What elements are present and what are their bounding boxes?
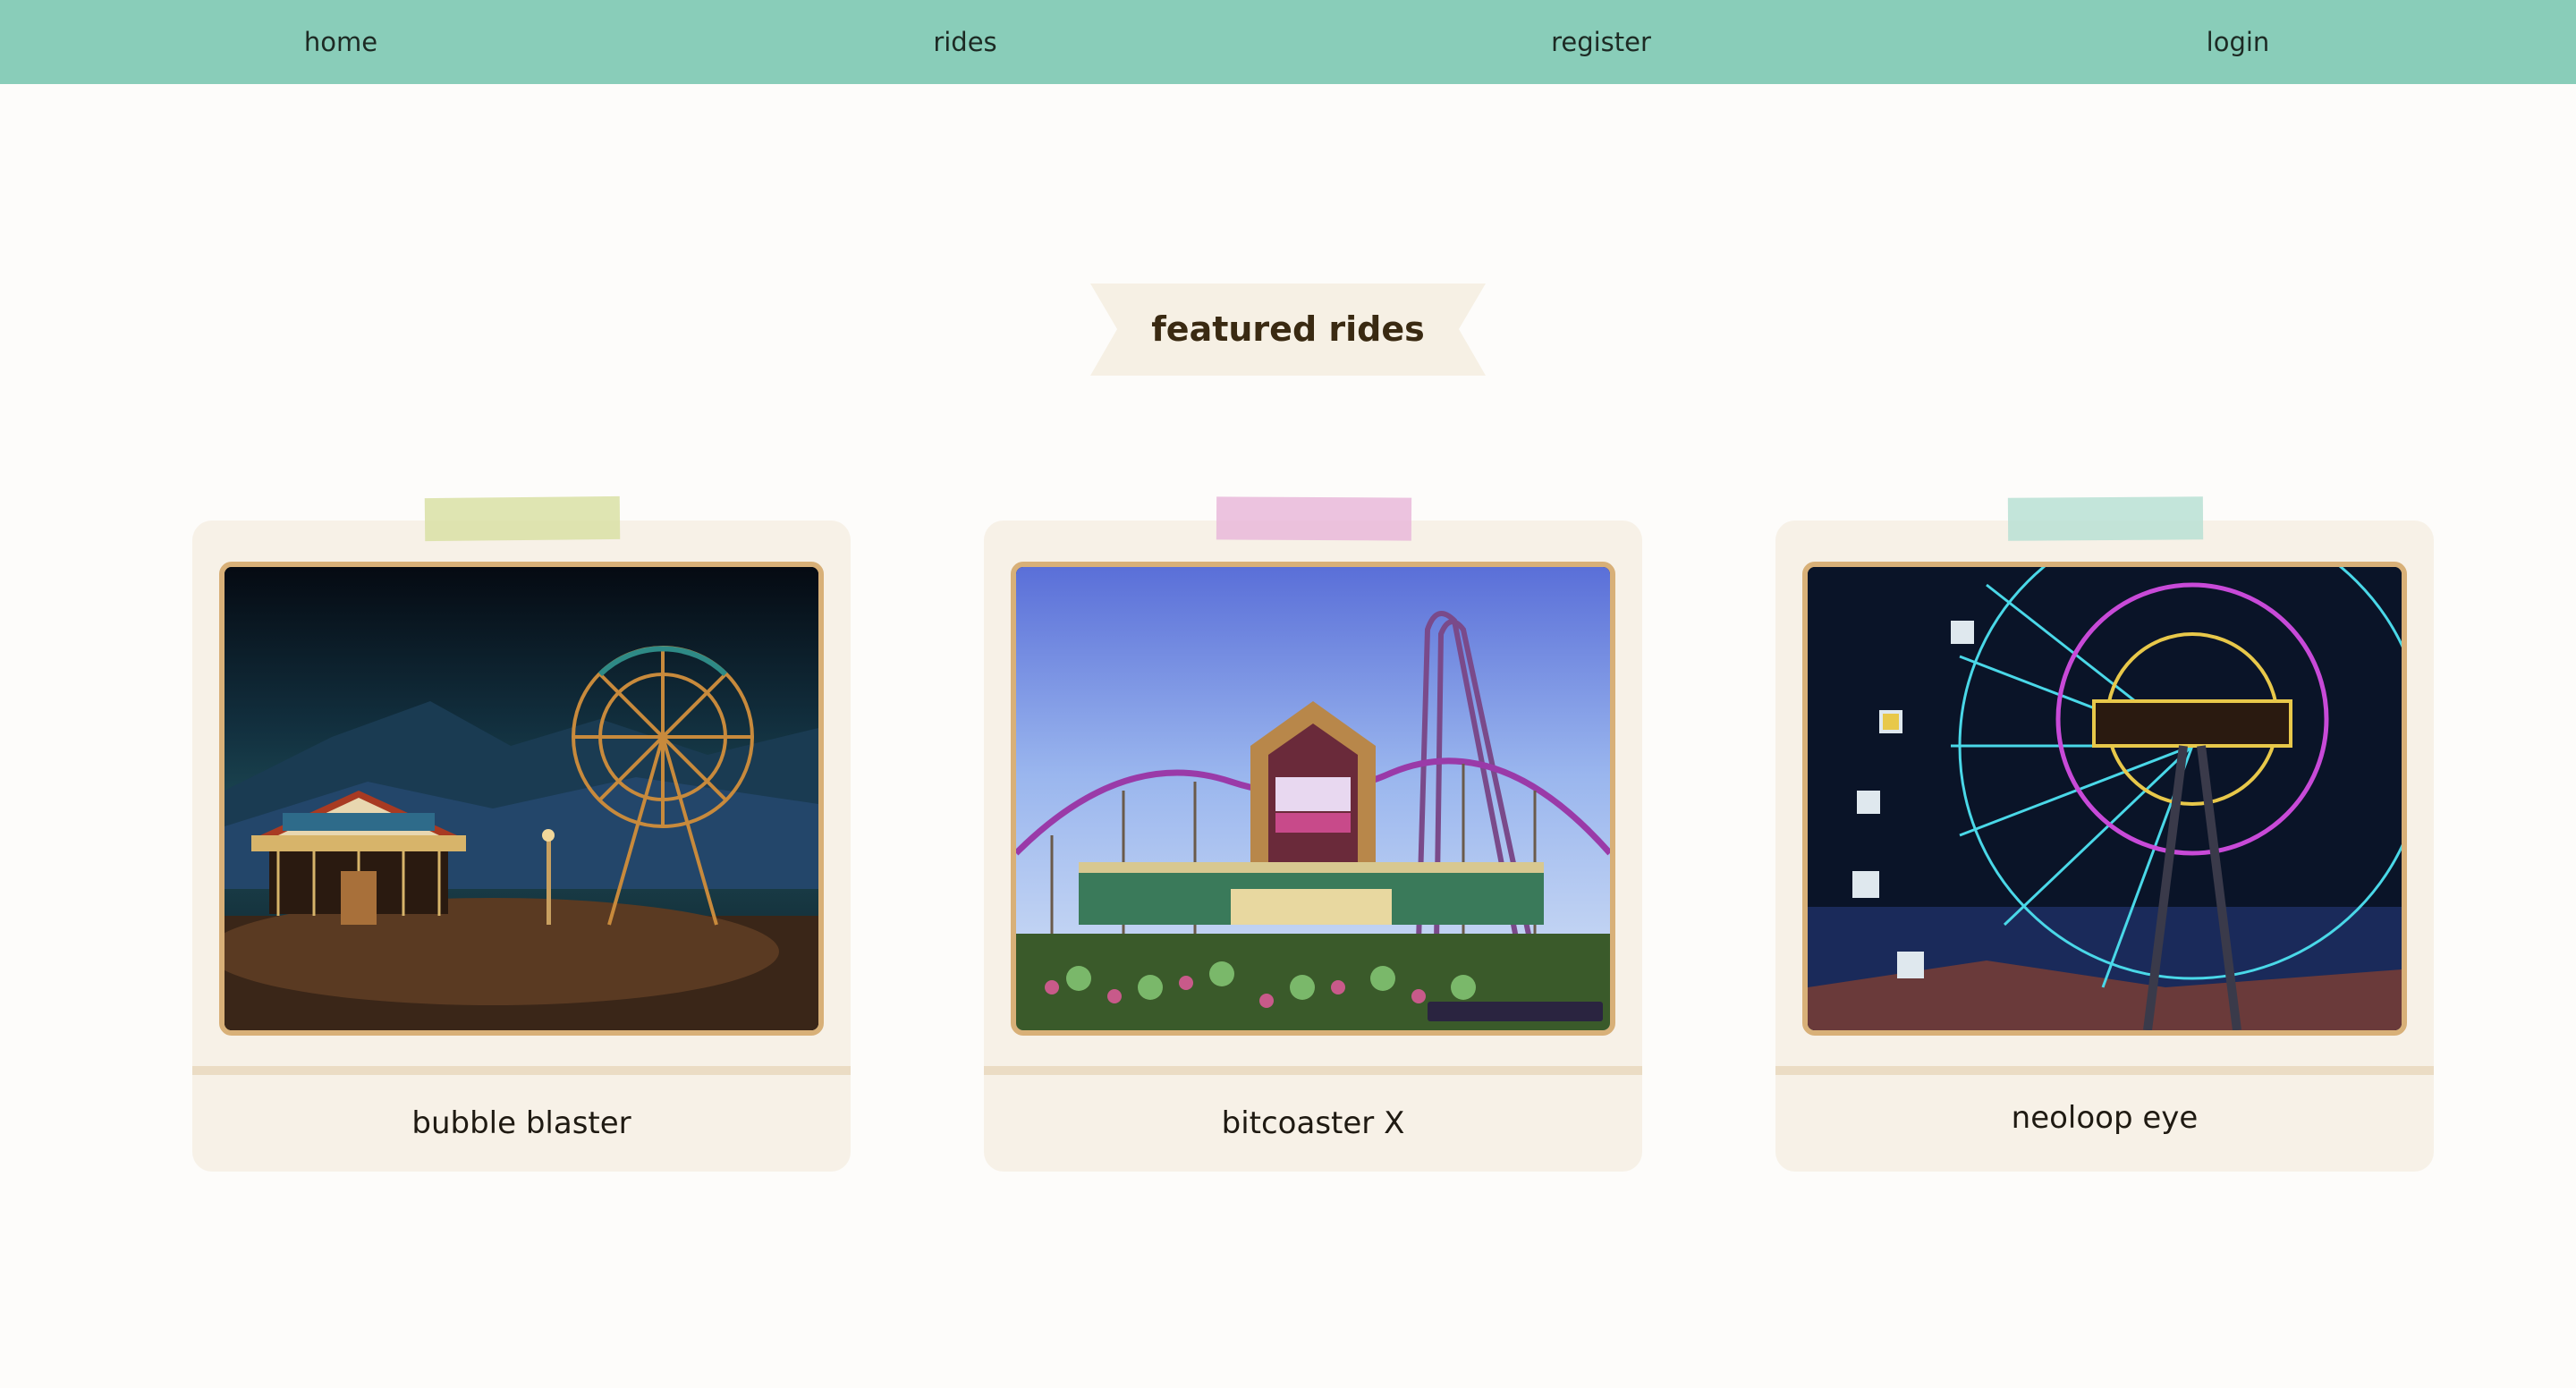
ride-name: bubble blaster xyxy=(411,1105,631,1141)
ride-image-neon-ferris-wheel xyxy=(1808,567,2402,1030)
card-divider xyxy=(984,1066,1642,1075)
nav-home-link[interactable]: home xyxy=(207,0,475,84)
ride-image-frame xyxy=(1011,562,1615,1036)
washi-tape xyxy=(424,495,621,542)
ride-image-night-carnival xyxy=(225,567,818,1030)
ride-card-neoloop-eye[interactable]: neoloop eye xyxy=(1775,496,2434,1172)
washi-tape xyxy=(2007,496,2204,541)
ride-image-rollercoaster xyxy=(1016,567,1610,1030)
section-title-ribbon: featured rides xyxy=(1090,284,1486,376)
nav-register-link[interactable]: register xyxy=(1467,0,1735,84)
card-divider xyxy=(192,1066,851,1075)
ride-card-bitcoaster-x[interactable]: bitcoaster X xyxy=(984,496,1642,1172)
card-divider xyxy=(1775,1066,2434,1075)
washi-tape xyxy=(1216,496,1412,541)
ride-card-bubble-blaster[interactable]: bubble blaster xyxy=(192,495,851,1172)
ride-image-frame xyxy=(1802,562,2407,1036)
ride-name: bitcoaster X xyxy=(1221,1105,1405,1141)
ride-name: neoloop eye xyxy=(2011,1100,2199,1136)
nav-login-link[interactable]: login xyxy=(2104,0,2372,84)
section-title: featured rides xyxy=(1151,309,1425,349)
nav-rides-link[interactable]: rides xyxy=(831,0,1099,84)
top-navbar: home rides register login xyxy=(0,0,2576,84)
ride-image-frame xyxy=(219,562,824,1036)
